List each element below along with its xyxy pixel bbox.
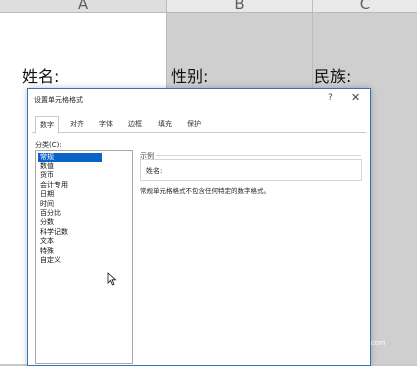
category-list[interactable]: 常规 数值 货币 会计专用 日期 时间 百分比 分数 科学记数 文本 特殊 自定… xyxy=(35,150,133,364)
close-button[interactable]: ✕ xyxy=(351,91,360,104)
category-item-percentage[interactable]: 百分比 xyxy=(38,209,63,218)
tab-alignment[interactable]: 对齐 xyxy=(67,118,87,131)
category-item-text[interactable]: 文本 xyxy=(38,237,56,246)
column-header-label: A xyxy=(77,0,89,13)
sample-value: 姓名: xyxy=(146,167,163,175)
format-description: 常规单元格格式不包含任何特定的数字格式。 xyxy=(140,187,270,195)
help-button[interactable]: ? xyxy=(328,93,333,103)
category-item-time[interactable]: 时间 xyxy=(38,200,56,209)
category-item-special[interactable]: 特殊 xyxy=(38,247,56,256)
category-item-date[interactable]: 日期 xyxy=(38,190,56,199)
dialog-title: 设置单元格格式 xyxy=(34,96,83,104)
category-item-currency[interactable]: 货币 xyxy=(38,171,56,180)
tab-protection[interactable]: 保护 xyxy=(184,118,204,131)
dialog-tabs: 数字 对齐 字体 边框 填充 保护 xyxy=(32,116,366,134)
sample-divider xyxy=(156,155,361,156)
category-item-scientific[interactable]: 科学记数 xyxy=(38,228,70,237)
watermark-logo: Bai 经验 xyxy=(296,320,358,338)
category-item-fraction[interactable]: 分数 xyxy=(38,218,56,227)
cell-name-label[interactable]: 姓名: xyxy=(22,63,59,87)
tab-font[interactable]: 字体 xyxy=(96,118,116,131)
column-header-a[interactable]: A xyxy=(0,0,167,13)
column-header-b[interactable]: B xyxy=(167,0,313,13)
cell-gender-label[interactable]: 性别: xyxy=(171,63,208,87)
category-item-accounting[interactable]: 会计专用 xyxy=(38,181,70,190)
mouse-pointer-icon xyxy=(107,272,117,286)
column-header-label: C xyxy=(359,0,371,13)
category-item-general[interactable]: 常规 xyxy=(38,153,102,162)
column-header-label: B xyxy=(234,0,245,13)
category-item-number[interactable]: 数值 xyxy=(38,162,56,171)
category-item-custom[interactable]: 自定义 xyxy=(38,256,63,265)
watermark-url: jingyan.baidu.com xyxy=(321,339,386,347)
column-header-c[interactable]: C xyxy=(313,0,417,13)
dialog-titlebar[interactable]: 设置单元格格式 ? ✕ xyxy=(28,89,370,111)
tab-number[interactable]: 数字 xyxy=(35,116,59,134)
sample-preview: 姓名: xyxy=(140,159,362,181)
category-label: 分类(C): xyxy=(35,141,62,149)
cell-ethnicity-label[interactable]: 民族: xyxy=(314,63,351,87)
tab-fill[interactable]: 填充 xyxy=(155,118,175,131)
tab-border[interactable]: 边框 xyxy=(125,118,145,131)
